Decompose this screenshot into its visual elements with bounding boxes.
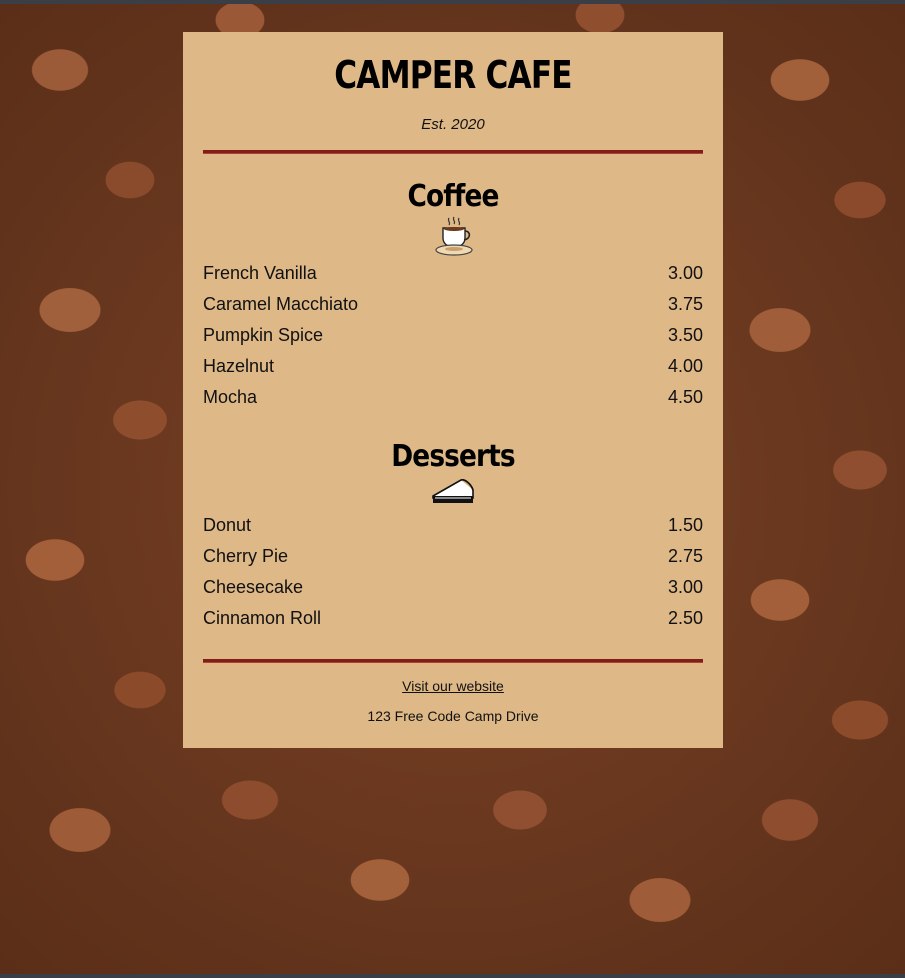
coffee-heading: Coffee	[407, 179, 499, 214]
coffee-flavor: Caramel Macchiato	[203, 294, 359, 314]
bottom-border	[0, 974, 905, 978]
dessert-price: 2.50	[667, 608, 703, 628]
coffee-flavor: Hazelnut	[203, 356, 275, 376]
coffee-flavor: Pumpkin Spice	[203, 325, 324, 345]
coffee-item: Caramel Macchiato 3.75	[203, 293, 703, 315]
dessert-name: Cheesecake	[203, 577, 304, 597]
menu-card: CAMPER CAFE Est. 2020 Coffee French Vani…	[183, 32, 723, 748]
coffee-price: 4.50	[667, 387, 703, 407]
desserts-heading: Desserts	[391, 439, 515, 474]
bottom-divider	[203, 659, 703, 663]
coffee-price: 4.00	[667, 356, 703, 376]
top-border	[0, 0, 905, 4]
dessert-item: Donut 1.50	[203, 514, 703, 536]
top-divider	[203, 150, 703, 154]
established-text: Est. 2020	[421, 116, 485, 133]
coffee-item: Pumpkin Spice 3.50	[203, 324, 703, 346]
coffee-price: 3.75	[667, 294, 703, 314]
dessert-price: 2.75	[667, 546, 703, 566]
dessert-name: Cinnamon Roll	[203, 608, 322, 628]
coffee-price: 3.00	[667, 263, 703, 283]
coffee-cup-icon	[433, 216, 475, 263]
dessert-name: Donut	[203, 515, 252, 535]
dessert-item: Cherry Pie 2.75	[203, 545, 703, 567]
website-link[interactable]: Visit our website	[183, 678, 723, 694]
dessert-item: Cinnamon Roll 2.50	[203, 607, 703, 629]
cafe-name: CAMPER CAFE	[334, 53, 572, 97]
dessert-price: 3.00	[667, 577, 703, 597]
coffee-item: Hazelnut 4.00	[203, 355, 703, 377]
coffee-flavor: Mocha	[203, 387, 258, 407]
coffee-flavor: French Vanilla	[203, 263, 317, 283]
address-text: 123 Free Code Camp Drive	[367, 708, 539, 724]
coffee-item: French Vanilla 3.00	[203, 262, 703, 284]
pie-slice-icon	[431, 476, 475, 513]
coffee-item: Mocha 4.50	[203, 386, 703, 408]
dessert-price: 1.50	[667, 515, 703, 535]
dessert-item: Cheesecake 3.00	[203, 576, 703, 598]
dessert-name: Cherry Pie	[203, 546, 289, 566]
coffee-price: 3.50	[667, 325, 703, 345]
